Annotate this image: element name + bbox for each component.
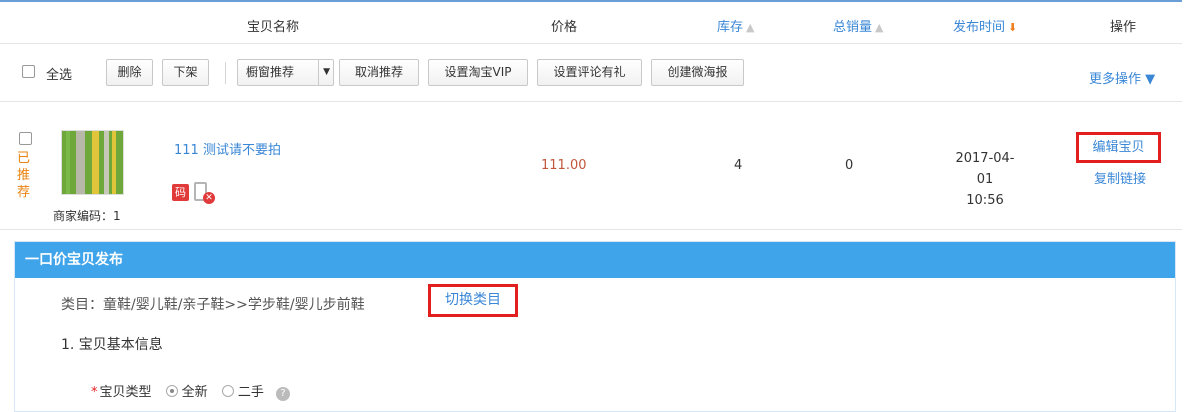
column-time-sort[interactable]: 发布时间 ⬇ <box>953 16 1017 35</box>
column-product-name: 宝贝名称 <box>247 20 300 35</box>
radio-new[interactable] <box>165 385 178 397</box>
sort-down-icon: ⬇ <box>1008 21 1018 34</box>
section-title: 1. 宝贝基本信息 <box>61 337 163 353</box>
table-header: 宝贝名称 价格 库存 ▲ 总销量 ▲ 发布时间 ⬇ 操作 <box>0 0 1182 44</box>
required-asterisk: * <box>91 385 98 400</box>
sort-up-icon: ▲ <box>746 21 755 34</box>
column-operations: 操作 <box>1110 20 1137 35</box>
caret-down-icon[interactable]: ▼ <box>323 60 330 85</box>
radio-used[interactable] <box>221 385 234 397</box>
publish-clock: 10:56 <box>966 193 1004 208</box>
window-recommend-label: 橱窗推荐 <box>246 65 295 79</box>
close-icon: ✕ <box>203 192 215 204</box>
recommended-tag: 已推荐 <box>17 151 31 200</box>
column-time-label: 发布时间 <box>953 20 1006 35</box>
column-stock-label: 库存 <box>717 20 744 35</box>
radio-new-label[interactable]: 全新 <box>182 385 208 400</box>
toolbar-divider <box>225 62 226 84</box>
set-review-gift-button[interactable]: 设置评论有礼 <box>537 59 642 86</box>
product-sales: 0 <box>845 158 854 173</box>
window-recommend-dropdown[interactable]: 橱窗推荐 ▼ <box>237 59 334 86</box>
product-thumbnail[interactable] <box>61 130 124 195</box>
category-path: 类目：童鞋/婴儿鞋/亲子鞋>>学步鞋/婴儿步前鞋 <box>61 297 365 313</box>
delist-button[interactable]: 下架 <box>162 59 209 86</box>
switch-category-link[interactable]: 切换类目 <box>428 284 518 317</box>
merchant-code: 商家编码：1 <box>53 209 121 223</box>
publish-date: 2017-04-01 <box>955 151 1015 187</box>
publish-panel: 一口价宝贝发布 类目：童鞋/婴儿鞋/亲子鞋>>学步鞋/婴儿步前鞋 切换类目 1.… <box>14 241 1176 412</box>
publish-time: 2017-04-01 10:56 <box>948 148 1022 211</box>
select-all-checkbox[interactable] <box>22 65 35 78</box>
dropdown-divider <box>318 60 319 85</box>
thumbnail-stripe <box>76 131 85 194</box>
edit-product-link[interactable]: 编辑宝贝 <box>1076 132 1161 163</box>
column-price: 价格 <box>551 20 578 35</box>
thumbnail-stripe <box>92 131 99 194</box>
radio-used-label[interactable]: 二手 <box>238 385 264 400</box>
batch-toolbar: 全选 删除 下架 橱窗推荐 ▼ 取消推荐 设置淘宝VIP 设置评论有礼 创建微海… <box>0 44 1182 102</box>
row-checkbox[interactable] <box>19 132 32 145</box>
thumbnail-stripe <box>66 131 70 194</box>
table-row: 已推荐 商家编码：1 111 测试请不要拍 码 ✕ 111.00 4 0 201… <box>0 102 1182 230</box>
set-vip-button[interactable]: 设置淘宝VIP <box>428 59 528 86</box>
sort-up-icon: ▲ <box>875 21 884 34</box>
delete-button[interactable]: 删除 <box>106 59 153 86</box>
product-title-link[interactable]: 111 测试请不要拍 <box>174 139 281 158</box>
more-operations-link[interactable]: 更多操作 ▼ <box>1089 68 1155 87</box>
product-stock: 4 <box>734 158 743 173</box>
help-icon[interactable]: ? <box>275 387 290 401</box>
cancel-recommend-button[interactable]: 取消推荐 <box>339 59 419 86</box>
create-poster-button[interactable]: 创建微海报 <box>651 59 744 86</box>
qr-code-icon[interactable]: 码 <box>172 184 189 201</box>
select-all-label[interactable]: 全选 <box>46 64 72 83</box>
copy-link[interactable]: 复制链接 <box>1094 168 1146 187</box>
publish-panel-title: 一口价宝贝发布 <box>15 242 1175 278</box>
thumbnail-stripe <box>104 131 109 194</box>
column-sales-label: 总销量 <box>833 20 873 35</box>
product-type-label: 宝贝类型 <box>99 385 152 400</box>
column-stock-sort[interactable]: 库存 ▲ <box>717 16 754 35</box>
product-price: 111.00 <box>541 158 587 173</box>
column-sales-sort[interactable]: 总销量 ▲ <box>833 16 883 35</box>
product-type-field: * 宝贝类型 全新 二手 ? <box>91 381 290 401</box>
thumbnail-stripe <box>112 131 116 194</box>
